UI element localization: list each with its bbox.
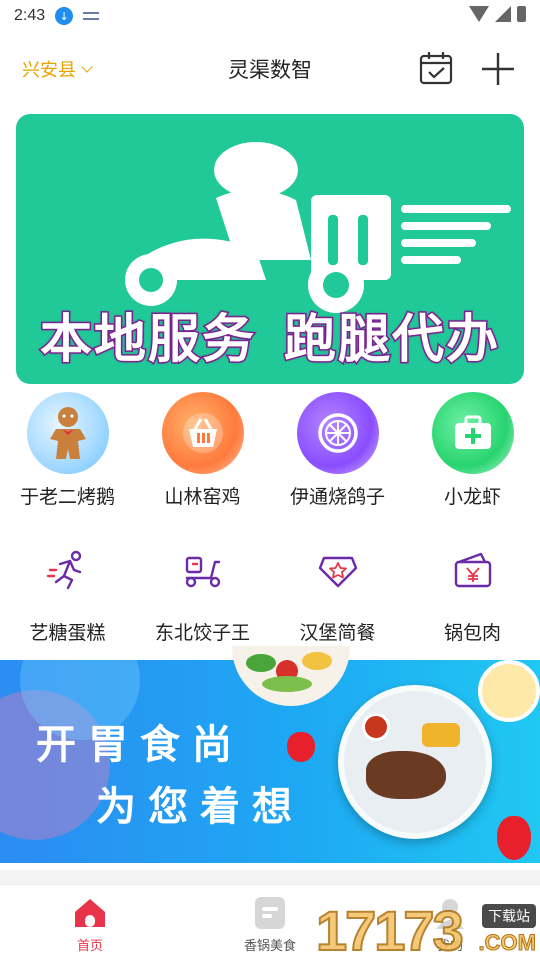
scooter-icon — [173, 540, 233, 600]
category-item[interactable]: 伊通烧鸽子 — [270, 392, 405, 509]
status-time: 2:43 — [14, 7, 46, 24]
tab-home[interactable]: 首页 — [0, 885, 180, 960]
category-item[interactable]: 汉堡简餐 — [270, 540, 405, 645]
tab-label: 我的 — [436, 939, 463, 954]
section-divider — [0, 870, 540, 884]
category-item[interactable]: 锅包肉 — [405, 540, 540, 645]
bottom-tabbar: 首页 香锅美食 我的 — [0, 884, 540, 960]
hero-slogan-right: 跑腿代办 — [282, 309, 500, 372]
steak-plate-image — [338, 685, 492, 839]
user-icon — [433, 897, 467, 929]
tab-label: 首页 — [76, 939, 103, 954]
hero-banner[interactable]: 本地服务 跑腿代办 — [16, 114, 524, 384]
wifi-icon — [469, 6, 489, 22]
runner-icon — [38, 540, 98, 600]
tab-food[interactable]: 香锅美食 — [180, 885, 360, 960]
category-label: 小龙虾 — [443, 486, 501, 508]
gingerbread-icon — [26, 392, 109, 474]
status-bar: 2:43 ↓ — [0, 0, 540, 32]
strawberry-image — [497, 816, 531, 860]
dessert-image — [478, 660, 540, 722]
tab-label: 香锅美食 — [243, 939, 296, 954]
wallet-yen-icon — [443, 540, 503, 600]
add-icon[interactable] — [480, 51, 516, 87]
basket-icon — [161, 392, 244, 474]
promo-line-1: 开胃食尚 — [36, 722, 244, 768]
tab-profile[interactable]: 我的 — [360, 885, 540, 960]
category-label: 东北饺子王 — [154, 622, 250, 644]
category-item[interactable]: 小龙虾 — [405, 392, 540, 509]
category-label: 伊通烧鸽子 — [289, 486, 385, 508]
strawberry-image — [287, 732, 315, 762]
category-grid-row-2: 艺糖蛋糕 东北饺子王 汉堡简餐 锅包肉 — [0, 540, 540, 645]
document-icon — [253, 897, 287, 929]
star-badge-icon — [308, 540, 368, 600]
category-label: 汉堡简餐 — [299, 622, 376, 644]
notification-icon — [83, 12, 100, 20]
hero-slogan-left: 本地服务 — [38, 309, 256, 372]
status-indicators — [469, 6, 526, 22]
category-item[interactable]: 艺糖蛋糕 — [0, 540, 135, 645]
category-label: 于老二烤鹅 — [19, 486, 115, 508]
category-label: 山林窑鸡 — [164, 486, 241, 508]
signal-icon — [495, 6, 511, 22]
page-title: 灵渠数智 — [228, 58, 312, 82]
delivery-rider-illustration — [125, 142, 511, 313]
app-header: 兴安县 灵渠数智 — [0, 40, 540, 98]
category-label: 锅包肉 — [443, 622, 501, 644]
category-grid-row-1: 于老二烤鹅 山林窑鸡 伊通烧鸽子 小龙虾 — [0, 392, 540, 509]
download-notification-icon: ↓ — [55, 7, 74, 25]
calendar-check-icon[interactable] — [419, 51, 453, 85]
medical-kit-icon — [431, 392, 514, 474]
battery-icon — [517, 6, 526, 22]
category-item[interactable]: 东北饺子王 — [135, 540, 270, 645]
category-label: 艺糖蛋糕 — [29, 622, 106, 644]
category-item[interactable]: 于老二烤鹅 — [0, 392, 135, 509]
hero-slogan: 本地服务 跑腿代办 — [16, 297, 524, 372]
category-item[interactable]: 山林窑鸡 — [135, 392, 270, 509]
lemon-slice-icon — [296, 392, 379, 474]
promo-line-2: 为您着想 — [96, 784, 304, 830]
home-icon — [73, 897, 107, 929]
